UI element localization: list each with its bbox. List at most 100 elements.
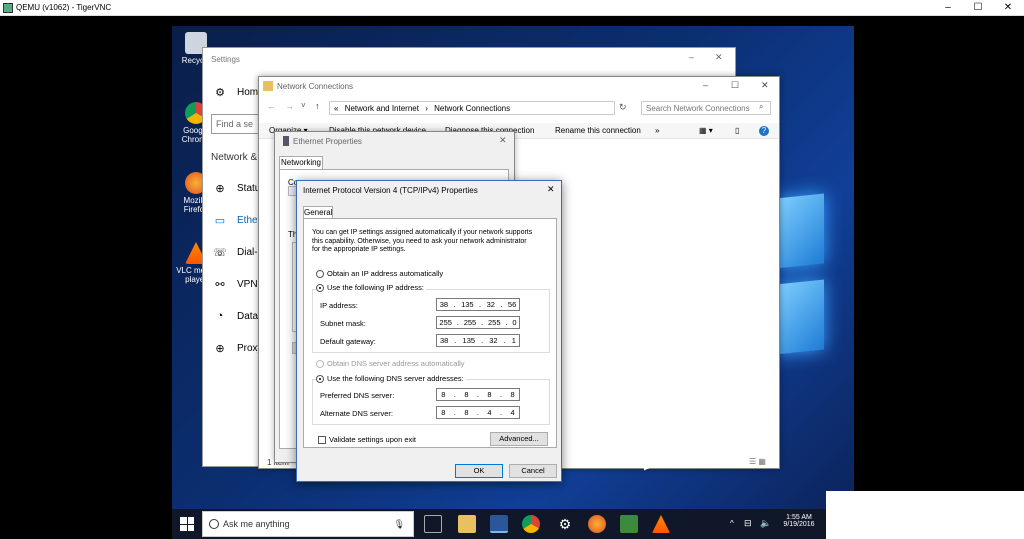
ipv4-dialog-title: Internet Protocol Version 4 (TCP/IPv4) P… <box>303 186 478 195</box>
taskbar: Ask me anything 🎙 ⚙ ^ ⊟ 🔈 1:55 AM 9/19/2… <box>172 509 826 539</box>
settings-item-vpn[interactable]: ⚯ VPN <box>213 278 258 291</box>
use-following-dns-label: Use the following DNS server addresses: <box>327 374 464 383</box>
network-tray-icon[interactable]: ⊟ <box>744 518 752 529</box>
settings-item-status[interactable]: ⊕ Statu <box>213 182 260 195</box>
windows-logo-wallpaper <box>776 193 854 426</box>
search-icon[interactable]: ⌕ <box>759 102 763 112</box>
alternate-dns-field[interactable]: 8. 8. 4. 4 <box>436 406 520 419</box>
nc-close-button[interactable]: ✕ <box>761 80 769 91</box>
ethernet-properties-title: Ethernet Properties <box>293 137 362 146</box>
ip-octet: 8 <box>487 390 492 399</box>
microphone-icon[interactable]: 🎙 <box>394 519 405 530</box>
default-gateway-field[interactable]: 38. 135. 32. 1 <box>436 334 520 347</box>
minimize-button[interactable]: – <box>942 2 954 14</box>
ipv4-properties-dialog: Internet Protocol Version 4 (TCP/IPv4) P… <box>296 180 562 482</box>
ok-button[interactable]: OK <box>455 464 503 478</box>
monitor-icon: ▭ <box>214 215 226 227</box>
vlc-icon[interactable] <box>652 515 670 533</box>
validate-settings-checkbox[interactable]: Validate settings upon exit <box>318 435 416 444</box>
clock-date: 9/19/2016 <box>783 521 815 528</box>
view-options-icon[interactable]: ▦ ▾ <box>699 126 713 135</box>
ethprop-close-button[interactable]: ✕ <box>499 135 507 146</box>
settings-home[interactable]: ⚙ Home <box>213 86 264 99</box>
use-following-ip-label: Use the following IP address: <box>327 283 424 292</box>
notepad-icon[interactable] <box>620 515 638 533</box>
settings-item-ethernet[interactable]: ▭ Ether <box>213 214 261 227</box>
blank-area <box>826 491 1024 539</box>
cancel-button[interactable]: Cancel <box>509 464 557 478</box>
ip-octet: 8 <box>441 390 446 399</box>
globe-icon: ⊕ <box>215 343 225 355</box>
settings-minimize-button[interactable]: – <box>689 52 694 62</box>
close-button[interactable]: ✕ <box>1002 2 1014 14</box>
intro-line: You can get IP settings assigned automat… <box>312 229 533 236</box>
preferred-dns-label: Preferred DNS server: <box>320 391 395 400</box>
subnet-mask-label: Subnet mask: <box>320 319 366 328</box>
settings-search-input[interactable]: Find a se <box>211 114 261 134</box>
settings-item-proxy[interactable]: ⊕ Proxy <box>213 342 262 355</box>
ip-octet: 8 <box>510 390 515 399</box>
settings-title: Settings <box>211 55 240 64</box>
ipv4-close-button[interactable]: ✕ <box>547 184 555 195</box>
settings-item-data-usage[interactable]: ◔ Data <box>213 310 258 322</box>
ip-octet: 255 <box>439 318 452 327</box>
firefox-icon[interactable] <box>588 515 606 533</box>
settings-item-dialup[interactable]: ☏ Dial-u <box>213 246 263 259</box>
help-icon[interactable]: ? <box>759 126 769 136</box>
chrome-icon[interactable] <box>522 515 540 533</box>
forward-button[interactable]: → <box>285 101 294 111</box>
intro-line: for the appropriate IP settings. <box>312 246 406 253</box>
ipv4-intro-text: You can get IP settings assigned automat… <box>312 229 548 255</box>
search-input[interactable]: Search Network Connections <box>641 101 771 115</box>
ip-address-field[interactable]: 38. 135. 32. 56 <box>436 298 520 311</box>
clock[interactable]: 1:55 AM 9/19/2016 <box>776 514 822 528</box>
show-hidden-icons-chevron-icon[interactable]: ^ <box>730 519 734 528</box>
ip-octet: 32 <box>489 336 498 345</box>
volume-icon[interactable]: 🔈 <box>760 518 771 529</box>
ip-octet: 32 <box>486 300 495 309</box>
breadcrumb-network-and-internet[interactable]: Network and Internet <box>345 104 419 113</box>
maximize-button[interactable]: ☐ <box>972 2 984 14</box>
settings-gear-icon[interactable]: ⚙ <box>556 515 574 533</box>
advanced-button[interactable]: Advanced... <box>490 432 548 446</box>
alternate-dns-label: Alternate DNS server: <box>320 409 393 418</box>
address-bar[interactable]: « Network and Internet › Network Connect… <box>329 101 615 115</box>
clock-icon: ◔ <box>216 310 224 322</box>
preview-pane-icon[interactable]: ▯ <box>735 126 739 135</box>
back-button[interactable]: ← <box>267 101 276 111</box>
ip-octet: 135 <box>461 300 474 309</box>
ip-octet: 38 <box>440 336 449 345</box>
task-view-icon[interactable] <box>424 515 442 533</box>
use-following-ip-radio[interactable]: Use the following IP address: <box>316 283 426 292</box>
cortana-search-box[interactable]: Ask me anything 🎙 <box>202 511 414 537</box>
nc-maximize-button[interactable]: ☐ <box>731 80 739 91</box>
breadcrumb-overflow[interactable]: « <box>334 104 338 113</box>
breadcrumb-network-connections[interactable]: Network Connections <box>434 104 510 113</box>
globe-icon: ⊕ <box>215 183 225 195</box>
details-view-icon[interactable]: ☰ ▦ <box>749 457 766 466</box>
ip-octet: 38 <box>439 300 449 309</box>
settings-item-label: VPN <box>237 279 258 290</box>
nc-minimize-button[interactable]: – <box>703 80 708 90</box>
preferred-dns-field[interactable]: 8. 8. 8. 8 <box>436 388 520 401</box>
ip-octet: 8 <box>464 408 469 417</box>
breadcrumb-separator: › <box>425 104 428 113</box>
up-button[interactable]: ↑ <box>315 101 320 111</box>
subnet-mask-field[interactable]: 255. 255. 255. 0 <box>436 316 520 329</box>
vpn-icon: ⚯ <box>215 279 225 291</box>
ip-octet: 4 <box>487 408 492 417</box>
file-explorer-icon[interactable] <box>458 515 476 533</box>
tab-networking[interactable]: Networking <box>279 156 323 169</box>
recent-locations-chevron-icon[interactable]: ˅ <box>301 101 306 110</box>
obtain-ip-auto-radio[interactable]: Obtain an IP address automatically <box>316 269 443 278</box>
settings-close-button[interactable]: ✕ <box>715 52 723 63</box>
use-following-dns-radio[interactable]: Use the following DNS server addresses: <box>316 374 466 383</box>
start-button[interactable] <box>180 517 194 531</box>
settings-item-label: Statu <box>237 183 261 194</box>
more-commands-button[interactable]: » <box>655 126 659 135</box>
network-connections-taskbar-icon[interactable] <box>490 515 508 533</box>
rename-button[interactable]: Rename this connection <box>555 126 641 135</box>
refresh-icon[interactable]: ↻ <box>619 102 627 113</box>
radio-indicator <box>316 359 324 368</box>
obtain-dns-auto-radio[interactable]: Obtain DNS server address automatically <box>316 359 465 368</box>
